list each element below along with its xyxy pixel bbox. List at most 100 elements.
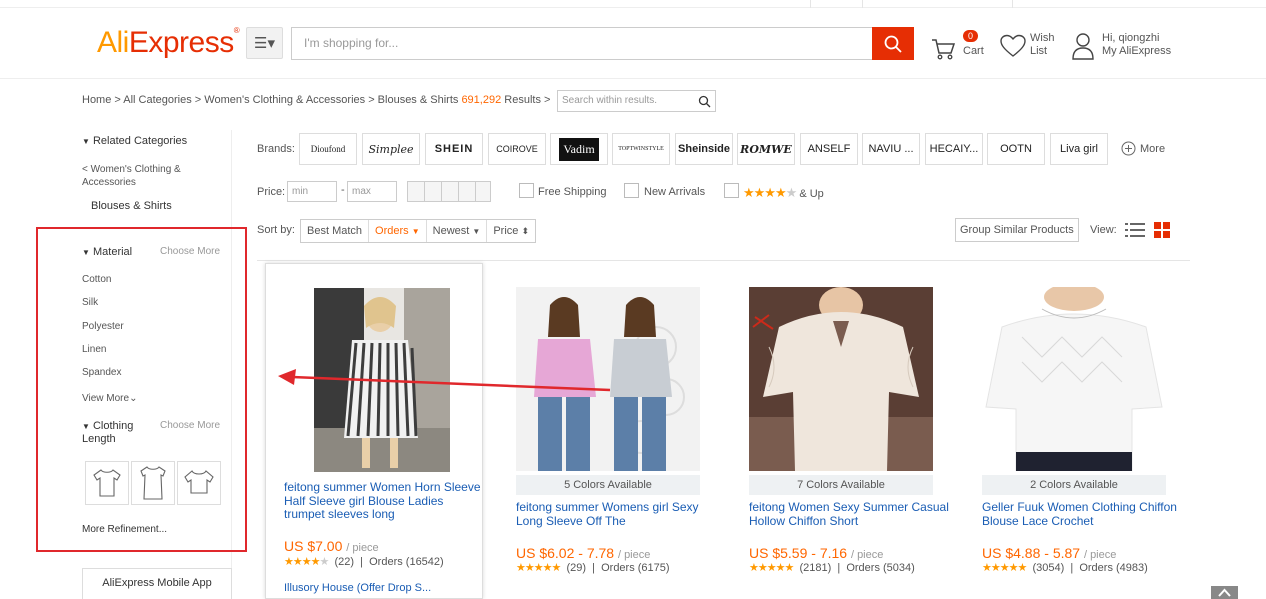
brand-shein[interactable]: SHEIN <box>425 133 483 165</box>
separator <box>1012 0 1013 8</box>
logo-ali: Ali <box>97 26 129 59</box>
breadcrumb-path[interactable]: Home > All Categories > Women's Clothing… <box>82 94 458 106</box>
review-count[interactable]: (2181) <box>799 562 831 574</box>
separator <box>862 0 863 8</box>
view-label: View: <box>1090 224 1117 236</box>
sort-orders[interactable]: Orders ▼ <box>369 220 427 242</box>
price-range-selector[interactable] <box>407 181 491 202</box>
search-input[interactable]: I'm shopping for... <box>291 27 873 60</box>
sort-best-match[interactable]: Best Match <box>301 220 370 242</box>
review-count[interactable]: (29) <box>566 562 586 574</box>
product-title[interactable]: feitong summer Womens girl Sexy Long Sle… <box>516 500 716 528</box>
free-shipping-checkbox[interactable] <box>519 183 534 198</box>
brand-liva-girl[interactable]: Liva girl <box>1050 133 1108 165</box>
aliexpress-logo[interactable]: AliExpress® <box>97 26 240 60</box>
product-card[interactable]: feitong summer Women Horn Sleeve Half Sl… <box>265 263 483 599</box>
brand-anself[interactable]: ANSELF <box>800 133 858 165</box>
account-greeting: Hi, qiongzhi <box>1102 32 1160 44</box>
product-title[interactable]: feitong summer Women Horn Sleeve Half Sl… <box>284 480 484 522</box>
wish-line2: List <box>1030 45 1048 57</box>
brand-dioufond[interactable]: Dioufond <box>299 133 357 165</box>
brand-sheinside[interactable]: Sheinside <box>675 133 733 165</box>
new-arrivals-checkbox[interactable] <box>624 183 639 198</box>
rating-filter-checkbox[interactable] <box>724 183 739 198</box>
account-link[interactable]: Hi, qiongzhi My AliExpress <box>1072 30 1182 66</box>
review-count[interactable]: (22) <box>334 556 354 568</box>
product-rating: ★★★★★ (2181) | Orders (5034) <box>749 561 915 574</box>
brand-hecaiy[interactable]: HECAIY... <box>925 133 983 165</box>
search-icon[interactable] <box>698 95 711 108</box>
back-to-top-button[interactable] <box>1211 586 1238 599</box>
product-price: US $4.88 - 5.87 / piece <box>982 545 1116 561</box>
product-rating: ★★★★★ (3054) | Orders (4983) <box>982 561 1148 574</box>
related-categories-heading[interactable]: ▼ Related Categories <box>82 135 187 147</box>
product-image[interactable] <box>982 287 1166 471</box>
store-link[interactable]: Illusory House (Offer Drop S... <box>284 582 431 594</box>
cart-link[interactable]: 0 Cart <box>930 30 990 66</box>
sort-label: Sort by: <box>257 224 295 236</box>
sort-price[interactable]: Price ⬍ <box>487 220 535 242</box>
price-label: Price: <box>257 186 286 198</box>
price-dash: - <box>341 184 345 196</box>
sort-newest-label: Newest <box>432 225 470 237</box>
sort-newest[interactable]: Newest ▼ <box>427 220 488 242</box>
wish-line1: Wish <box>1030 32 1055 44</box>
rating-stars: ★★★★★ <box>284 555 329 568</box>
brand-naviu[interactable]: NAVIU ... <box>862 133 920 165</box>
colors-available-badge: 5 Colors Available <box>516 475 700 495</box>
cart-label: Cart <box>963 45 984 57</box>
wish-list-link[interactable]: Wish List <box>1000 30 1060 66</box>
related-categories-title: Related Categories <box>92 135 188 147</box>
header: AliExpress® ☰▾ I'm shopping for... 0 Car… <box>0 8 1266 79</box>
rating-stars: ★★★★★ <box>749 561 794 574</box>
review-count[interactable]: (3054) <box>1032 562 1064 574</box>
price-max-input[interactable]: max <box>347 181 397 202</box>
new-arrivals-label: New Arrivals <box>644 186 706 198</box>
product-image[interactable] <box>749 287 933 471</box>
free-shipping-label: Free Shipping <box>538 186 607 198</box>
grid-view-icon[interactable] <box>1154 222 1170 238</box>
rating-stars: ★★★★★ <box>743 186 797 201</box>
and-up-label: & Up <box>799 188 824 200</box>
results-count: 691,292 <box>461 94 502 106</box>
lace-blouse-photo <box>982 287 1166 471</box>
product-card[interactable]: 2 Colors Available Geller Fuuk Women Clo… <box>982 263 1200 599</box>
price-value: US $7.00 <box>284 538 343 554</box>
breadcrumb[interactable]: Home > All Categories > Women's Clothing… <box>82 94 550 106</box>
brand-coirove[interactable]: COIROVE <box>488 133 546 165</box>
brand-vadim-label: Vadim <box>559 137 599 161</box>
price-min-input[interactable]: min <box>287 181 337 202</box>
brand-simplee[interactable]: Simplee <box>362 133 420 165</box>
current-category: Blouses & Shirts <box>91 200 172 212</box>
brand-toptwinstyle[interactable]: TOPTWINSTYLE <box>612 133 670 165</box>
product-card[interactable]: 5 Colors Available feitong summer Womens… <box>516 263 734 599</box>
categories-menu-button[interactable]: ☰▾ <box>246 27 283 59</box>
mobile-app-box[interactable]: AliExpress Mobile App <box>82 568 232 599</box>
price-unit: / piece <box>1083 549 1117 561</box>
rating-filter-label: ★★★★★ & Up <box>743 186 824 201</box>
group-similar-products-button[interactable]: Group Similar Products <box>955 218 1079 242</box>
brand-vadim[interactable]: Vadim <box>550 133 608 165</box>
more-brands-button[interactable]: More <box>1121 141 1165 156</box>
parent-category-link[interactable]: < Women's Clothing & Accessories <box>82 163 202 189</box>
brand-ootn[interactable]: OOTN <box>987 133 1045 165</box>
price-value: US $6.02 - 7.78 <box>516 545 615 561</box>
cart-count-badge: 0 <box>963 30 979 42</box>
search-within-input[interactable]: Search within results. <box>557 90 716 112</box>
search-within-placeholder: Search within results. <box>562 95 658 106</box>
more-brands-label: More <box>1140 142 1166 155</box>
product-card[interactable]: 7 Colors Available feitong Women Sexy Su… <box>749 263 967 599</box>
product-title[interactable]: Geller Fuuk Women Clothing Chiffon Blous… <box>982 500 1182 528</box>
product-price: US $5.59 - 7.16 / piece <box>749 545 883 561</box>
list-view-icon[interactable] <box>1125 222 1145 238</box>
triangle-down-icon: ▼ <box>82 137 90 146</box>
order-count: Orders (4983) <box>1079 562 1148 574</box>
search-button[interactable] <box>872 27 914 60</box>
brand-romwe[interactable]: ROMWE <box>737 133 795 165</box>
product-title[interactable]: feitong Women Sexy Summer Casual Hollow … <box>749 500 949 528</box>
top-utility-bar <box>0 0 1266 8</box>
order-count: Orders (6175) <box>601 562 670 574</box>
product-rating: ★★★★★ (29) | Orders (6175) <box>516 561 670 574</box>
price-value: US $5.59 - 7.16 <box>749 545 848 561</box>
separator <box>810 0 811 8</box>
